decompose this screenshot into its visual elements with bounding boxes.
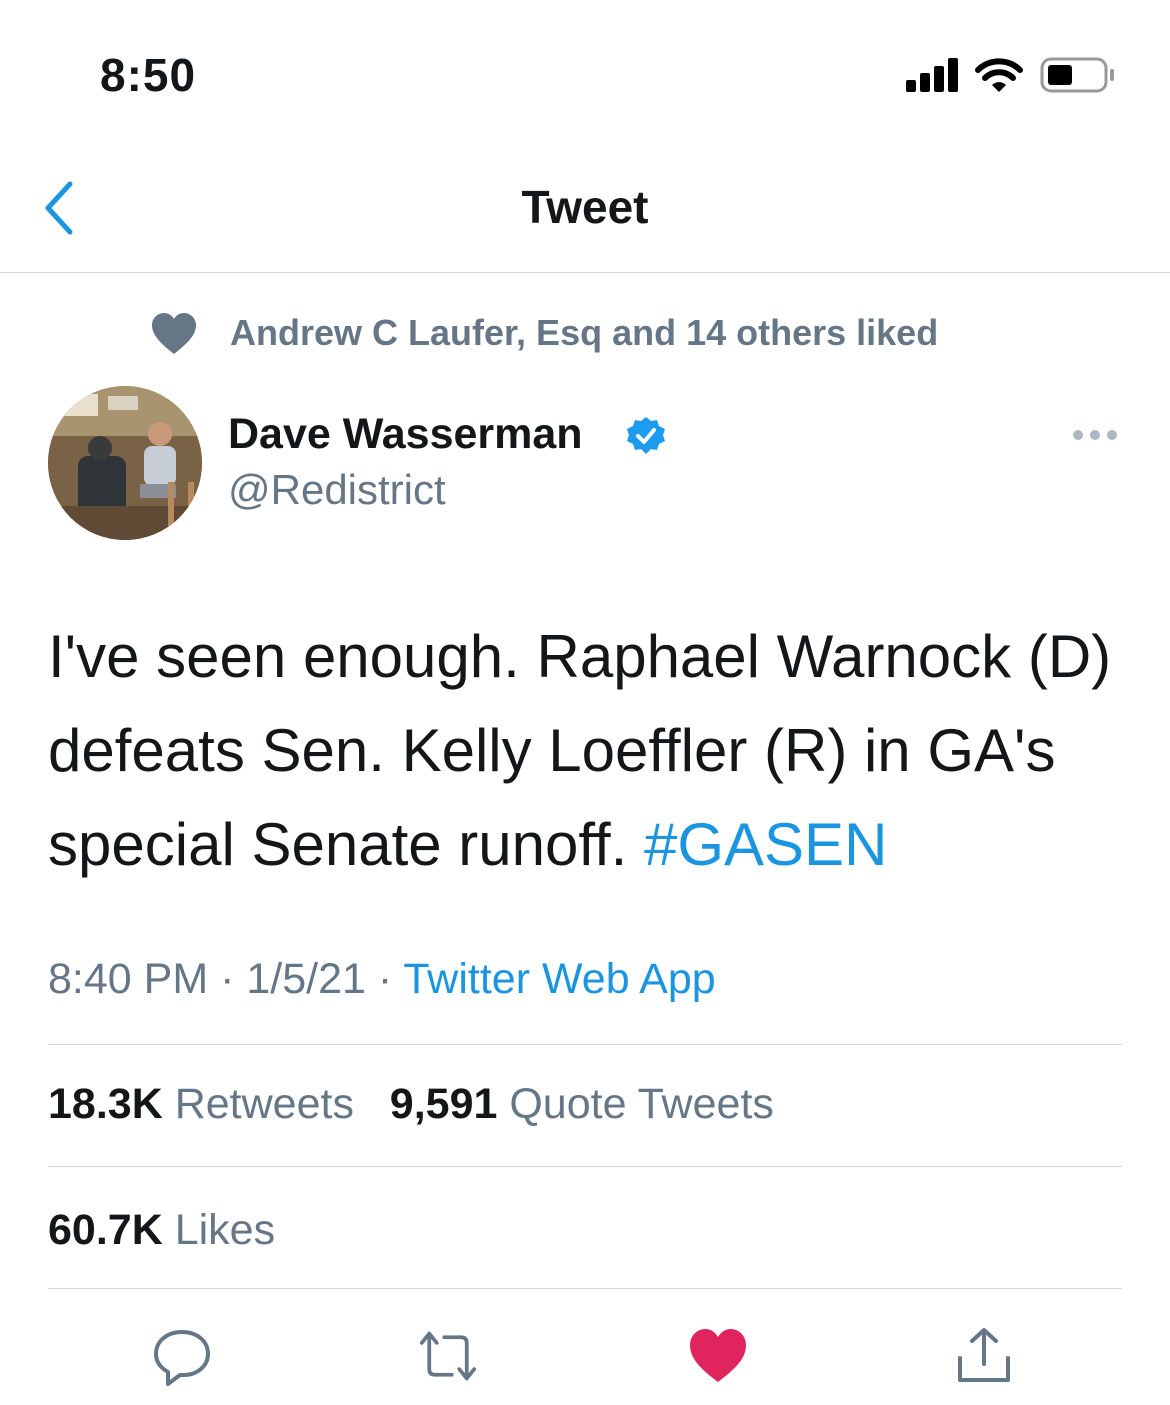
divider: [48, 1166, 1122, 1167]
likes-label: Likes: [174, 1206, 276, 1254]
retweet-icon[interactable]: [418, 1326, 478, 1386]
retweets-stat[interactable]: 18.3K Retweets: [48, 1080, 354, 1128]
tweet-date: 1/5/21: [246, 955, 366, 1003]
verified-badge-icon: [627, 417, 665, 454]
tweet-time: 8:40 PM: [48, 955, 209, 1003]
quotes-label: Quote Tweets: [509, 1080, 774, 1128]
hashtag-link[interactable]: #GASEN: [644, 811, 887, 878]
author-name[interactable]: Dave Wasserman: [228, 410, 583, 459]
like-icon[interactable]: [688, 1326, 748, 1386]
quotes-count: 9,591: [389, 1080, 498, 1128]
quote-tweets-stat[interactable]: 9,591 Quote Tweets: [390, 1080, 774, 1128]
author-handle[interactable]: @Redistrict: [228, 466, 446, 514]
heart-icon: [152, 313, 196, 354]
likes-stat[interactable]: 60.7K Likes: [48, 1206, 275, 1255]
separator-dot: ·: [220, 955, 247, 1003]
tweet-text: I've seen enough. Raphael Warnock (D) de…: [48, 610, 1128, 892]
wifi-icon: [975, 58, 1023, 92]
page-title: Tweet: [521, 181, 649, 233]
signal-icon: [906, 58, 958, 92]
retweets-label: Retweets: [174, 1080, 354, 1128]
tweet-meta: 8:40 PM · 1/5/21 · Twitter Web App: [48, 955, 716, 1004]
nav-divider: [0, 272, 1170, 273]
avatar[interactable]: [48, 386, 202, 540]
status-time: 8:50: [100, 49, 197, 101]
separator-dot: ·: [377, 955, 404, 1003]
source-link[interactable]: Twitter Web App: [403, 955, 715, 1003]
reply-icon[interactable]: [152, 1326, 212, 1386]
more-icon[interactable]: [1072, 428, 1118, 442]
likes-count: 60.7K: [48, 1206, 163, 1254]
tweet-body: I've seen enough. Raphael Warnock (D) de…: [48, 623, 1112, 878]
battery-icon: [1040, 57, 1114, 93]
divider: [48, 1044, 1122, 1045]
share-icon[interactable]: [954, 1326, 1014, 1386]
retweets-count: 18.3K: [48, 1080, 163, 1128]
divider: [48, 1288, 1122, 1289]
engagement-stats: 18.3K Retweets 9,591 Quote Tweets: [48, 1080, 774, 1129]
social-context-text[interactable]: Andrew C Laufer, Esq and 14 others liked: [230, 312, 938, 354]
